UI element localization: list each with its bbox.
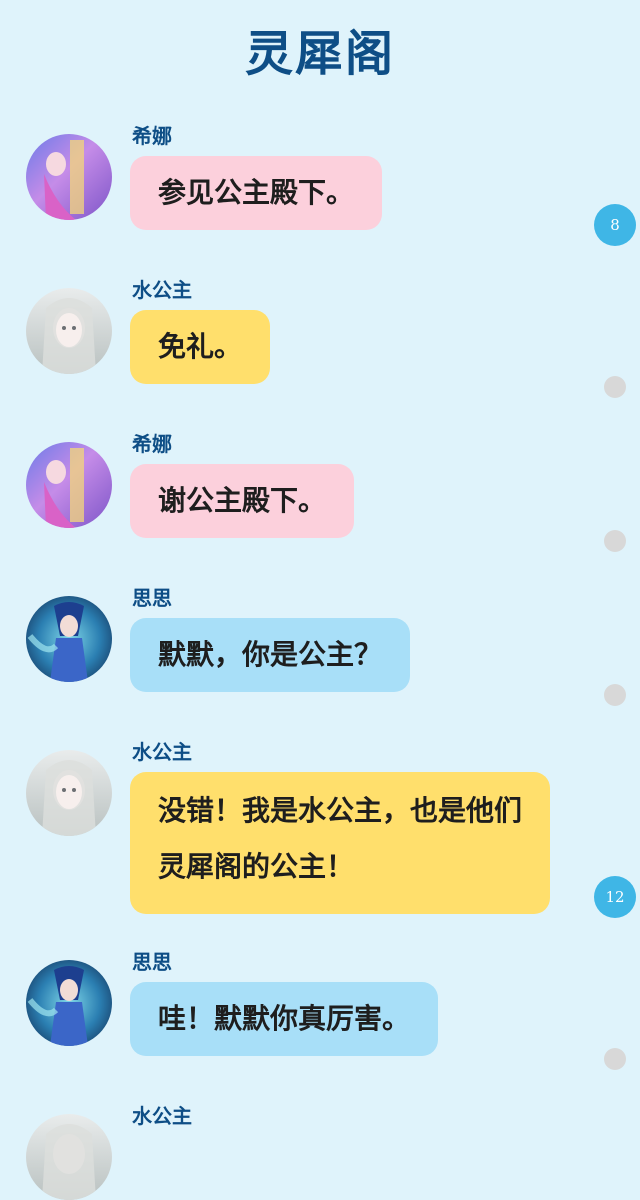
unread-badge[interactable]: 12 xyxy=(594,876,636,918)
sisi-avatar[interactable] xyxy=(26,596,112,682)
xina-avatar[interactable] xyxy=(26,134,112,220)
chat-message: 水公主 xyxy=(0,1100,640,1200)
page-title: 灵犀阁 xyxy=(244,26,395,82)
chat-message: 希娜 谢公主殿下。 xyxy=(0,428,640,548)
chat-message: 水公主 免礼。 xyxy=(0,274,640,394)
sender-name: 希娜 xyxy=(132,432,172,456)
chat-message: 希娜 参见公主殿下。 xyxy=(0,120,640,240)
xina-avatar[interactable] xyxy=(26,442,112,528)
message-bubble: 谢公主殿下。 xyxy=(130,464,355,538)
message-bubble: 没错！我是水公主，也是他们灵犀阁的公主！ xyxy=(130,772,550,914)
sender-name: 水公主 xyxy=(132,1104,192,1128)
chat-message: 思思 默默，你是公主？ xyxy=(0,582,640,702)
water-princess-avatar[interactable] xyxy=(26,750,112,836)
water-princess-avatar[interactable] xyxy=(26,288,112,374)
chat-message: 水公主 没错！我是水公主，也是他们灵犀阁的公主！ xyxy=(0,736,640,916)
sender-name: 水公主 xyxy=(132,740,192,764)
sisi-avatar[interactable] xyxy=(26,960,112,1046)
status-dot xyxy=(604,684,626,706)
unread-badge[interactable]: 8 xyxy=(594,204,636,246)
sender-name: 思思 xyxy=(132,950,172,974)
sender-name: 希娜 xyxy=(132,124,172,148)
sender-name: 思思 xyxy=(132,586,172,610)
water-princess-avatar[interactable] xyxy=(26,1114,112,1200)
message-bubble: 默默，你是公主？ xyxy=(130,618,411,692)
sender-name: 水公主 xyxy=(132,278,192,302)
message-bubble: 参见公主殿下。 xyxy=(130,156,383,230)
status-dot xyxy=(604,530,626,552)
status-dot xyxy=(604,376,626,398)
chat-message: 思思 哇！默默你真厉害。 xyxy=(0,946,640,1066)
message-bubble: 免礼。 xyxy=(130,310,271,384)
status-dot xyxy=(604,1048,626,1070)
message-bubble: 哇！默默你真厉害。 xyxy=(130,982,439,1056)
